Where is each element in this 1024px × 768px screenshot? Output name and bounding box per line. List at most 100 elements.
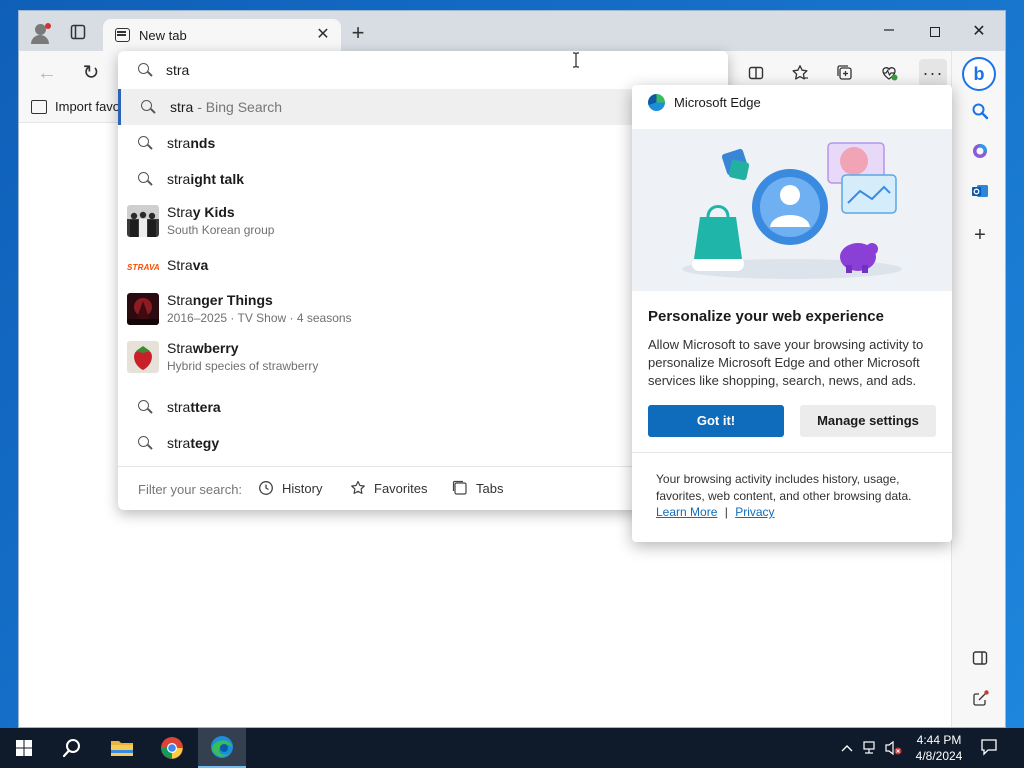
learn-more-link[interactable]: Learn More bbox=[656, 505, 717, 519]
notification-dot bbox=[45, 23, 51, 29]
copilot-icon bbox=[973, 144, 987, 158]
import-favorites-label: Import favo bbox=[55, 99, 121, 114]
tab-actions-button[interactable] bbox=[65, 19, 91, 45]
tab-close-button[interactable]: ✕ bbox=[313, 25, 333, 45]
favorites-button[interactable] bbox=[786, 59, 814, 87]
personalization-popup: Microsoft Edge Personalize your web expe… bbox=[632, 85, 952, 542]
sidebar-add-button[interactable]: + bbox=[966, 221, 994, 249]
split-screen-button[interactable] bbox=[742, 59, 770, 87]
taskbar-file-explorer[interactable] bbox=[98, 728, 146, 768]
bing-icon: b bbox=[973, 63, 985, 84]
taskbar: 4:44 PM 4/8/2024 bbox=[0, 728, 1024, 768]
filter-favorites-button[interactable]: Favorites bbox=[350, 480, 427, 496]
settings-and-more-button[interactable]: ··· bbox=[919, 59, 947, 87]
chrome-icon bbox=[161, 737, 183, 759]
suggestion-text: straight talk bbox=[167, 171, 245, 187]
tab-title: New tab bbox=[139, 28, 187, 43]
show-hidden-icons-button[interactable] bbox=[838, 739, 856, 757]
network-icon bbox=[863, 741, 875, 754]
manage-settings-button[interactable]: Manage settings bbox=[800, 405, 936, 437]
got-it-button[interactable]: Got it! bbox=[648, 405, 784, 437]
link-separator: | bbox=[724, 505, 728, 519]
sidebar-copilot-button[interactable] bbox=[966, 137, 994, 165]
sidebar-panel-button[interactable] bbox=[966, 644, 994, 672]
heart-pulse-icon bbox=[882, 67, 898, 81]
browser-essentials-button[interactable] bbox=[875, 59, 903, 87]
start-button[interactable] bbox=[0, 728, 48, 768]
search-icon bbox=[138, 436, 152, 450]
stray-kids-thumbnail bbox=[127, 205, 159, 237]
taskbar-chrome[interactable] bbox=[148, 728, 196, 768]
volume-muted-icon bbox=[885, 740, 902, 756]
maximize-button[interactable] bbox=[915, 19, 955, 45]
filter-favorites-label: Favorites bbox=[374, 480, 428, 496]
import-favorites-button[interactable]: Import favo bbox=[31, 99, 120, 114]
suggestion-text: strands bbox=[167, 135, 216, 151]
tab-new-tab[interactable]: New tab ✕ bbox=[103, 19, 341, 53]
address-bar[interactable]: stra bbox=[118, 51, 728, 89]
edge-sidebar: b + bbox=[951, 51, 1005, 727]
search-icon bbox=[138, 136, 152, 150]
sidebar-search-button[interactable] bbox=[966, 97, 994, 125]
popup-footer-text: Your browsing activity includes history,… bbox=[656, 472, 912, 503]
taskbar-search-button[interactable] bbox=[48, 728, 96, 768]
sidebar-external-link-button[interactable] bbox=[966, 685, 994, 713]
taskbar-edge[interactable] bbox=[198, 728, 246, 768]
maximize-icon bbox=[930, 26, 940, 37]
split-screen-icon bbox=[748, 66, 764, 80]
minimize-icon bbox=[884, 29, 894, 31]
filter-history-button[interactable]: History bbox=[258, 480, 322, 496]
bing-copilot-button[interactable]: b bbox=[962, 57, 996, 91]
address-bar-input[interactable]: stra bbox=[166, 62, 189, 78]
filter-tabs-button[interactable]: Tabs bbox=[452, 480, 503, 496]
tab-actions-icon bbox=[70, 24, 86, 40]
strava-logo: STRAVA bbox=[127, 263, 160, 272]
chevron-up-icon bbox=[841, 745, 853, 752]
windows-start-icon bbox=[16, 740, 32, 756]
back-button[interactable]: ← bbox=[33, 59, 61, 87]
sidebar-outlook-button[interactable] bbox=[966, 177, 994, 205]
action-center-button[interactable] bbox=[980, 738, 1000, 758]
external-link-icon bbox=[973, 690, 989, 706]
volume-button[interactable] bbox=[884, 739, 902, 757]
search-icon bbox=[138, 172, 152, 186]
clock-time: 4:44 PM bbox=[916, 733, 962, 747]
notification-icon bbox=[981, 739, 997, 756]
filter-tabs-label: Tabs bbox=[476, 480, 504, 496]
system-clock[interactable]: 4:44 PM 4/8/2024 bbox=[908, 732, 970, 764]
popup-header-label: Microsoft Edge bbox=[674, 95, 761, 110]
popup-links: Learn More | Privacy bbox=[656, 505, 775, 519]
privacy-link[interactable]: Privacy bbox=[735, 505, 774, 519]
network-button[interactable] bbox=[862, 739, 880, 757]
outlook-icon bbox=[972, 185, 988, 197]
collections-button[interactable] bbox=[831, 59, 859, 87]
popup-divider bbox=[632, 452, 952, 453]
star-icon bbox=[351, 480, 365, 494]
import-icon bbox=[31, 99, 47, 114]
suggestion-text: strategy bbox=[167, 435, 220, 451]
folder-icon bbox=[111, 741, 133, 756]
title-bar: New tab ✕ + ✕ bbox=[19, 11, 1005, 53]
minimize-button[interactable] bbox=[869, 19, 909, 45]
search-icon bbox=[138, 63, 152, 77]
favorites-star-icon bbox=[792, 65, 808, 80]
new-tab-button[interactable]: + bbox=[345, 21, 371, 47]
history-icon bbox=[259, 481, 273, 495]
suggestion-title: Stranger Things bbox=[167, 292, 273, 308]
refresh-button[interactable]: ↻ bbox=[77, 59, 105, 87]
edge-icon bbox=[211, 736, 233, 758]
clock-date: 4/8/2024 bbox=[915, 749, 963, 763]
suggestion-title: Strava bbox=[167, 257, 209, 273]
suggestion-title: Stray Kids bbox=[167, 204, 235, 220]
profile-button[interactable] bbox=[27, 19, 53, 45]
suggestion-text: strattera bbox=[167, 399, 221, 415]
suggestion-description: South Korean group bbox=[167, 223, 275, 237]
suggestion-text: stra - Bing Search bbox=[170, 99, 283, 115]
stranger-things-thumbnail bbox=[127, 293, 159, 325]
text-cursor-icon bbox=[573, 52, 579, 68]
search-icon bbox=[972, 103, 989, 120]
search-icon bbox=[62, 739, 80, 758]
personalization-illustration bbox=[632, 129, 952, 291]
close-window-button[interactable]: ✕ bbox=[959, 19, 999, 45]
collections-icon bbox=[837, 65, 852, 80]
